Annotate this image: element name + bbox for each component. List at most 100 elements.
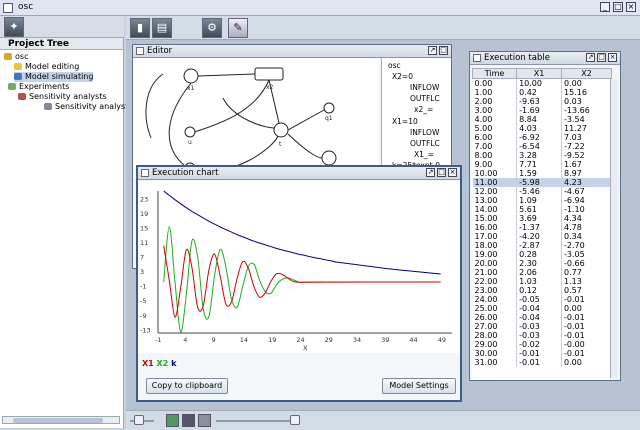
folder-icon (4, 53, 12, 60)
stop-icon[interactable] (198, 414, 211, 427)
model-tree-item[interactable]: OUTFLC (410, 139, 440, 148)
tree-item-sensitivity-analyst[interactable]: Sensitivity analyst( ) (44, 102, 137, 112)
table-cell: 3.69 (516, 214, 563, 223)
table-row[interactable]: 18.00 -2.87 -2.70 (472, 241, 612, 250)
table-row[interactable]: 23.00 0.12 0.57 (472, 286, 612, 295)
model-tree-item[interactable]: OUTFLC (410, 94, 440, 103)
table-cell: 3.00 (472, 106, 518, 115)
table-row[interactable]: 3.00 -1.69 -13.66 (472, 106, 612, 115)
tree-item-experiments[interactable]: Experiments (8, 82, 69, 92)
table-cell: 0.77 (561, 268, 612, 277)
table-cell: 3.28 (516, 151, 563, 160)
table-row[interactable]: 5.00 4.03 11.27 (472, 124, 612, 133)
maximize-icon[interactable]: □ (439, 46, 448, 55)
table-cell: 26.00 (472, 313, 518, 322)
x-tick-label: 34 (353, 336, 361, 344)
speed-slider-knob[interactable] (134, 415, 144, 425)
detach-icon[interactable]: ↗ (586, 53, 595, 62)
tree-item-model-editing[interactable]: Model editing (14, 62, 79, 72)
time-slider[interactable] (216, 420, 300, 422)
table-cell: 28.00 (472, 331, 518, 340)
detach-icon[interactable]: ↗ (426, 168, 435, 177)
model-diagram[interactable]: x1 u u q1 t x2 e (133, 58, 379, 178)
model-tree-item[interactable]: INFLOW (410, 128, 439, 137)
table-row[interactable]: 21.00 2.06 0.77 (472, 268, 612, 277)
table-row[interactable]: 1.00 0.42 15.16 (472, 88, 612, 97)
table-cell: -1.37 (516, 223, 563, 232)
play-icon[interactable] (166, 414, 179, 427)
table-cell: 4.03 (516, 124, 563, 133)
model-settings-button[interactable]: Model Settings (382, 378, 456, 394)
tree-item-root[interactable]: osc (4, 52, 28, 62)
tree-item-sensitivity[interactable]: Sensitivity analysts (18, 92, 107, 102)
y-tick-label: 11 (140, 239, 148, 247)
table-row[interactable]: 17.00 -4.20 0.34 (472, 232, 612, 241)
table-row[interactable]: 12.00 -5.46 -4.67 (472, 187, 612, 196)
table-row[interactable]: 13.00 1.09 -6.94 (472, 196, 612, 205)
table-row[interactable]: 27.00 -0.03 -0.01 (472, 322, 612, 331)
table-cell: 0.57 (561, 286, 612, 295)
maximize-icon[interactable]: □ (597, 53, 606, 62)
minimize-button[interactable]: _ (600, 2, 610, 12)
model-tree-item[interactable]: X1=10 (392, 117, 418, 126)
horizontal-scrollbar[interactable] (2, 416, 120, 424)
table-row[interactable]: 29.00 -0.02 -0.00 (472, 340, 612, 349)
column-header[interactable]: Time (472, 68, 518, 79)
maximize-icon[interactable]: □ (437, 168, 446, 177)
table-row[interactable]: 10.00 1.59 8.97 (472, 169, 612, 178)
model-tree-item[interactable]: X1_= (414, 150, 434, 159)
table-row[interactable]: 6.00 -6.92 7.03 (472, 133, 612, 142)
model-tree-root[interactable]: osc (388, 61, 401, 70)
y-tick-label: -13 (140, 326, 151, 334)
table-row[interactable]: 7.00 -6.54 -7.22 (472, 142, 612, 151)
pause-icon[interactable] (182, 414, 195, 427)
table-cell: 13.00 (472, 196, 518, 205)
table-row[interactable]: 30.00 -0.01 -0.01 (472, 349, 612, 358)
table-row[interactable]: 2.00 -9.63 0.03 (472, 97, 612, 106)
table-view-icon[interactable]: ▤ (152, 18, 172, 38)
model-tree-item[interactable]: X2=0 (392, 72, 413, 81)
new-project-icon[interactable]: ✦ (4, 17, 24, 37)
table-cell: 0.00 (561, 358, 612, 367)
table-row[interactable]: 9.00 7.71 1.67 (472, 160, 612, 169)
table-row[interactable]: 25.00 -0.04 0.00 (472, 304, 612, 313)
chart-view-icon[interactable]: ▮ (130, 18, 150, 38)
table-cell: 1.13 (561, 277, 612, 286)
close-button[interactable]: × (626, 2, 636, 12)
vertical-scrollbar[interactable] (610, 79, 618, 378)
table-cell: 0.42 (516, 88, 563, 97)
table-row[interactable]: 15.00 3.69 4.34 (472, 214, 612, 223)
table-row[interactable]: 8.00 3.28 -9.52 (472, 151, 612, 160)
time-slider-knob[interactable] (290, 415, 300, 425)
table-row[interactable]: 24.00 -0.05 -0.01 (472, 295, 612, 304)
table-cell: -7.22 (561, 142, 612, 151)
table-row[interactable]: 22.00 1.03 1.13 (472, 277, 612, 286)
table-row[interactable]: 11.00 -5.98 4.23 (472, 178, 612, 187)
table-cell: -13.66 (561, 106, 612, 115)
detach-icon[interactable]: ↗ (428, 46, 437, 55)
tree-item-model-simulating[interactable]: Model simulating (14, 72, 94, 82)
column-header[interactable]: X2 (561, 68, 612, 79)
table-row[interactable]: 20.00 2.30 -0.66 (472, 259, 612, 268)
table-row[interactable]: 26.00 -0.04 -0.01 (472, 313, 612, 322)
table-cell: -5.46 (516, 187, 563, 196)
table-row[interactable]: 4.00 8.84 -3.54 (472, 115, 612, 124)
table-row[interactable]: 28.00 -0.03 -0.01 (472, 331, 612, 340)
table-cell: 4.00 (472, 115, 518, 124)
close-icon[interactable]: × (608, 53, 617, 62)
table-row[interactable]: 14.00 5.61 -1.10 (472, 205, 612, 214)
maximize-button[interactable]: □ (613, 2, 623, 12)
copy-to-clipboard-button[interactable]: Copy to clipboard (146, 378, 228, 394)
y-tick-label: -1 (140, 283, 146, 291)
table-cell: 4.23 (561, 178, 612, 187)
table-row[interactable]: 19.00 0.28 -3.05 (472, 250, 612, 259)
table-row[interactable]: 31.00 -0.01 0.00 (472, 358, 612, 367)
settings-icon[interactable]: ⚙ (202, 18, 222, 38)
report-icon[interactable]: ✎ (228, 18, 248, 38)
table-row[interactable]: 0.00 10.00 0.00 (472, 78, 612, 88)
column-header[interactable]: X1 (516, 68, 563, 79)
table-row[interactable]: 16.00 -1.37 4.78 (472, 223, 612, 232)
model-tree-item[interactable]: x2_= (414, 105, 433, 114)
close-icon[interactable]: × (448, 168, 457, 177)
model-tree-item[interactable]: INFLOW (410, 83, 439, 92)
